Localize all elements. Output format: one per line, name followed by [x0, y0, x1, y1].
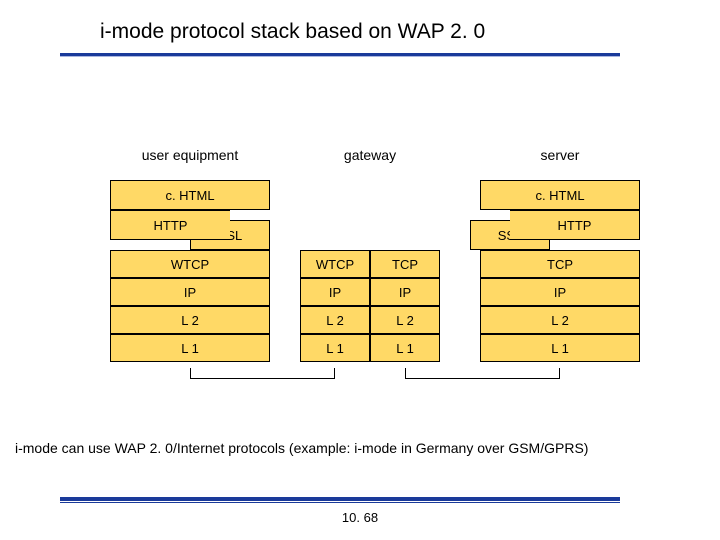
gw-left-l2: L 2	[300, 306, 370, 334]
ue-l1: L 1	[110, 334, 270, 362]
ue-chtml: c. HTML	[110, 180, 270, 210]
gw-right-l2: L 2	[370, 306, 440, 334]
connector-gw-srv	[405, 378, 560, 379]
ue-ip: IP	[110, 278, 270, 306]
srv-l1: L 1	[480, 334, 640, 362]
gw-left-wtcp: WTCP	[300, 250, 370, 278]
gw-left-ip: IP	[300, 278, 370, 306]
srv-chtml: c. HTML	[480, 180, 640, 210]
ue-http: HTTP	[110, 210, 230, 240]
caption-text: i-mode can use WAP 2. 0/Internet protoco…	[15, 440, 588, 456]
slide-number: 10. 68	[0, 510, 720, 525]
label-gateway: gateway	[300, 147, 440, 163]
title-rule	[60, 53, 620, 57]
ue-l2: L 2	[110, 306, 270, 334]
gw-left-l1: L 1	[300, 334, 370, 362]
srv-ip: IP	[480, 278, 640, 306]
gw-right-ip: IP	[370, 278, 440, 306]
footer-rule	[60, 497, 620, 503]
gw-right-l1: L 1	[370, 334, 440, 362]
gw-right-tcp: TCP	[370, 250, 440, 278]
srv-http: HTTP	[510, 210, 640, 240]
srv-tcp: TCP	[480, 250, 640, 278]
slide-title: i-mode protocol stack based on WAP 2. 0	[100, 20, 485, 44]
ue-wtcp: WTCP	[110, 250, 270, 278]
label-server: server	[480, 147, 640, 163]
connector-ue-gw	[190, 378, 335, 379]
label-user-equipment: user equipment	[110, 147, 270, 163]
srv-l2: L 2	[480, 306, 640, 334]
